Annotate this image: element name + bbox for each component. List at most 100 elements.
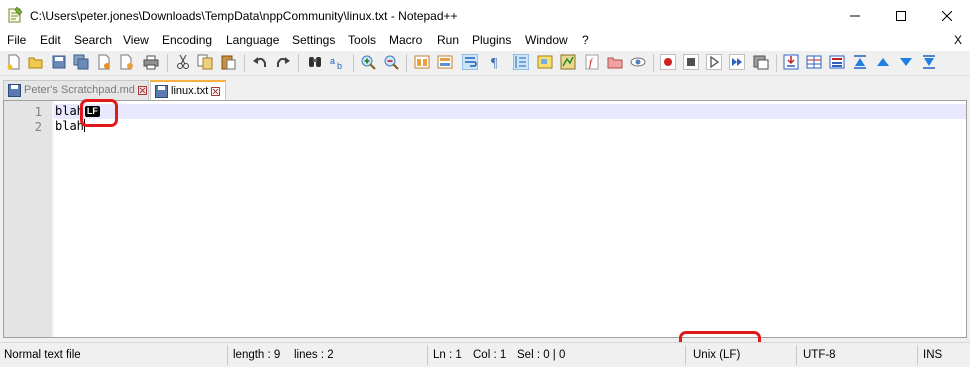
word-wrap-icon[interactable] [462,54,478,70]
close-icon [212,88,219,95]
menu-run[interactable]: Run [437,33,459,47]
menu-plugins[interactable]: Plugins [472,33,511,47]
move-up-icon[interactable] [875,54,891,70]
editor-area[interactable]: 1 2 blah LF blah [3,100,967,338]
notepadpp-app-icon [8,7,23,23]
paste-icon[interactable] [220,54,236,70]
column-edit-icon[interactable] [829,54,845,70]
line-number: 1 [34,105,42,119]
status-separator [685,345,686,365]
close-window-button[interactable] [924,0,970,31]
tab-label: linux.txt [171,85,209,97]
cut-icon[interactable] [175,54,191,70]
toolbar-separator [167,54,168,72]
stop-record-icon[interactable] [683,54,699,70]
monitoring-icon[interactable] [630,54,646,70]
sync-vertical-icon[interactable] [414,54,430,70]
undo-icon[interactable] [252,54,268,70]
menu-window[interactable]: Window [525,33,568,47]
status-selection: Sel : 0 | 0 [517,349,566,361]
new-file-icon[interactable] [6,54,22,70]
status-insert-mode[interactable]: INS [923,349,942,361]
menu-language[interactable]: Language [226,33,279,47]
eol-marker-annotation [80,99,118,127]
tab-linux-txt[interactable]: linux.txt [150,80,226,100]
status-separator [427,345,428,365]
status-separator [796,345,797,365]
menu-view[interactable]: View [123,33,149,47]
folder-workspace-icon[interactable] [607,54,623,70]
zoom-in-icon[interactable] [360,54,376,70]
line-number: 2 [34,120,42,134]
menu-search[interactable]: Search [74,33,112,47]
udl-icon[interactable] [537,54,553,70]
menu-bar: File Edit Search View Encoding Language … [0,31,970,51]
insert-line-icon[interactable] [783,54,799,70]
close-file-icon[interactable] [96,54,112,70]
menu-help[interactable]: ? [582,33,589,47]
menu-encoding[interactable]: Encoding [162,33,212,47]
status-column: Col : 1 [473,349,507,361]
close-icon [942,10,952,21]
menu-macro[interactable]: Macro [389,33,422,47]
play-macro-icon[interactable] [706,54,722,70]
save-all-icon[interactable] [73,54,89,70]
open-file-icon[interactable] [28,54,44,70]
status-eol-format[interactable]: Unix (LF) [693,349,740,361]
toolbar-separator [244,54,245,72]
tab-peters-scratchpad[interactable]: Peter's Scratchpad.md [3,80,149,100]
tab-label: Peter's Scratchpad.md [24,84,135,96]
toolbar-separator [653,54,654,72]
saved-file-icon [155,85,168,98]
replace-icon[interactable]: ab [330,54,346,70]
close-all-icon[interactable] [119,54,135,70]
save-macro-icon[interactable] [753,54,769,70]
close-document-button[interactable]: X [954,33,962,47]
copy-icon[interactable] [197,54,213,70]
close-icon [139,87,146,94]
redo-icon[interactable] [275,54,291,70]
toolbar: ab ¶ f [0,51,970,76]
menu-settings[interactable]: Settings [292,33,335,47]
tab-bar: Peter's Scratchpad.md linux.txt [0,76,970,100]
status-length: length : 9 [233,349,281,361]
tab-close-icon[interactable] [138,86,147,95]
save-icon[interactable] [51,54,67,70]
collapse-all-icon[interactable] [852,54,868,70]
minimize-button[interactable] [832,0,878,31]
maximize-icon [896,10,906,21]
zoom-out-icon[interactable] [383,54,399,70]
indent-guide-icon[interactable] [513,54,529,70]
menu-tools[interactable]: Tools [348,33,376,47]
status-bar: Normal text file length : 9 lines : 2 Ln… [0,342,970,367]
svg-text:b: b [337,61,342,70]
toolbar-separator [298,54,299,72]
toolbar-separator [406,54,407,72]
toolbar-separator [776,54,777,72]
title-bar: C:\Users\peter.jones\Downloads\TempData\… [0,0,970,31]
run-macro-multiple-icon[interactable] [729,54,745,70]
status-encoding[interactable]: UTF-8 [803,349,836,361]
find-icon[interactable] [307,54,323,70]
show-all-chars-icon[interactable]: ¶ [488,54,504,70]
tab-close-icon[interactable] [211,87,220,96]
toolbar-separator [353,54,354,72]
current-line-highlight [54,104,966,119]
function-list-icon[interactable]: f [584,54,600,70]
status-separator [227,345,228,365]
menu-edit[interactable]: Edit [40,33,61,47]
print-icon[interactable] [143,54,159,70]
move-down-icon[interactable] [898,54,914,70]
expand-all-icon[interactable] [921,54,937,70]
menu-file[interactable]: File [7,33,26,47]
sync-horizontal-icon[interactable] [437,54,453,70]
status-file-type: Normal text file [4,349,81,361]
maximize-button[interactable] [878,0,924,31]
fold-margin [52,101,54,337]
doc-map-icon[interactable] [560,54,576,70]
svg-text:¶: ¶ [491,56,498,70]
record-macro-icon[interactable] [660,54,676,70]
view-grid-icon[interactable] [806,54,822,70]
svg-text:a: a [330,56,335,66]
line-number-gutter: 1 2 [4,101,52,337]
